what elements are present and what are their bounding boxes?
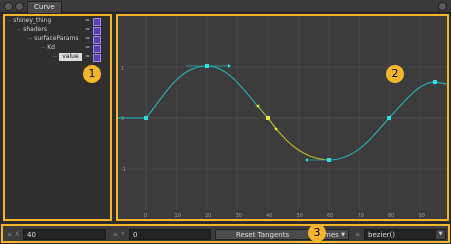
keyframe-point[interactable]	[144, 116, 148, 120]
x-tick-label: 10	[175, 213, 181, 219]
x-value-field[interactable]: 40	[23, 229, 106, 240]
x-tick-label: 20	[205, 213, 211, 219]
close-icon[interactable]	[438, 2, 447, 11]
curve-segment[interactable]	[118, 65, 269, 119]
tangent-handle-arrow-icon[interactable]	[228, 64, 231, 68]
tab-curve[interactable]: Curve	[27, 1, 62, 13]
channel-tree-panel: -- shiney_thing = -- shaders = -- surfac…	[3, 14, 112, 221]
x-tick-label: 0	[144, 213, 147, 219]
curve-segment[interactable]	[328, 81, 447, 161]
x-tick-label: 60	[327, 213, 333, 219]
tree-item-eq: =	[84, 53, 90, 60]
tangent-handle-dot[interactable]	[274, 127, 278, 131]
annotation-badge-1: 1	[83, 65, 101, 83]
x-tick-label: 50	[297, 213, 303, 219]
title-bar: Curve	[0, 0, 451, 13]
window-menu-icon[interactable]	[4, 2, 13, 11]
y-tick-label: 0	[121, 116, 124, 122]
tree-item-surface-params[interactable]: -- surfaceParams =	[28, 35, 107, 44]
visibility-checkbox[interactable]	[93, 27, 101, 35]
visibility-checkbox[interactable]	[93, 45, 101, 53]
tangent-handle-arrow-icon[interactable]	[305, 158, 308, 162]
y-tick-label: 1	[121, 66, 124, 72]
y-tick-label: -1	[121, 167, 126, 173]
tangent-handle-dot[interactable]	[256, 104, 260, 108]
keyframe-point[interactable]	[433, 80, 437, 84]
tree-item-label: shiney_thing	[13, 17, 52, 24]
tree-item-label: shaders	[23, 26, 47, 33]
visibility-checkbox[interactable]	[93, 54, 101, 62]
reset-tangents-button[interactable]: Reset Tangents	[215, 229, 310, 240]
x-drag-handle-icon[interactable]: ≡	[7, 229, 12, 240]
y-drag-handle-icon[interactable]: ≡	[113, 229, 118, 240]
keyframe-point[interactable]	[327, 158, 331, 162]
keyframe-point[interactable]	[205, 64, 209, 68]
x-field-label: X	[15, 231, 20, 238]
expression-drag-handle-icon[interactable]: ≡	[355, 229, 360, 240]
chevron-down-icon: ▼	[341, 232, 345, 238]
x-tick-label: 30	[236, 213, 242, 219]
tree-item-eq: =	[84, 35, 90, 42]
x-tick-label: 90	[419, 213, 425, 219]
tree-item-label: Kd	[47, 44, 55, 51]
tree-item-value[interactable]: -- value =	[53, 53, 107, 62]
keyframe-point-selected[interactable]	[266, 116, 270, 120]
curve-graph-panel[interactable]: 1 0 -1 0 10 20 30 40 50 60 70 80 90 2	[116, 14, 449, 221]
keyframe-point[interactable]	[387, 116, 391, 120]
tree-item-eq: =	[84, 44, 90, 51]
visibility-checkbox[interactable]	[93, 36, 101, 44]
y-value-field[interactable]: 0	[129, 229, 211, 240]
x-tick-label: 70	[358, 213, 364, 219]
interpolation-field-value: bezier()	[368, 231, 396, 239]
x-tick-label: 40	[266, 213, 272, 219]
tree-item-kd[interactable]: -- Kd =	[41, 44, 107, 53]
tree-item-eq: =	[84, 17, 90, 24]
x-tick-label: 80	[388, 213, 394, 219]
tree-item-label: value	[59, 53, 82, 61]
curve-graph-svg[interactable]: 1 0 -1 0 10 20 30 40 50 60 70 80 90	[118, 16, 447, 219]
annotation-badge-3: 3	[308, 224, 326, 242]
annotation-badge-2: 2	[386, 65, 404, 83]
visibility-checkbox[interactable]	[93, 18, 101, 26]
bottom-toolbar: ≡ X 40 ≡ Y 0 Reset Tangents Times ▼ ≡ be…	[1, 224, 450, 243]
interpolation-field[interactable]: bezier() ▼	[364, 229, 446, 240]
tree-item-shiney-thing[interactable]: -- shiney_thing =	[7, 17, 107, 26]
dropdown-arrow-icon[interactable]: ▼	[436, 230, 445, 239]
tree-item-shaders[interactable]: -- shaders =	[17, 26, 107, 35]
tree-item-label: surfaceParams	[34, 35, 79, 42]
tree-item-eq: =	[84, 26, 90, 33]
window-pin-icon[interactable]	[15, 2, 24, 11]
y-field-label: Y	[121, 231, 125, 238]
